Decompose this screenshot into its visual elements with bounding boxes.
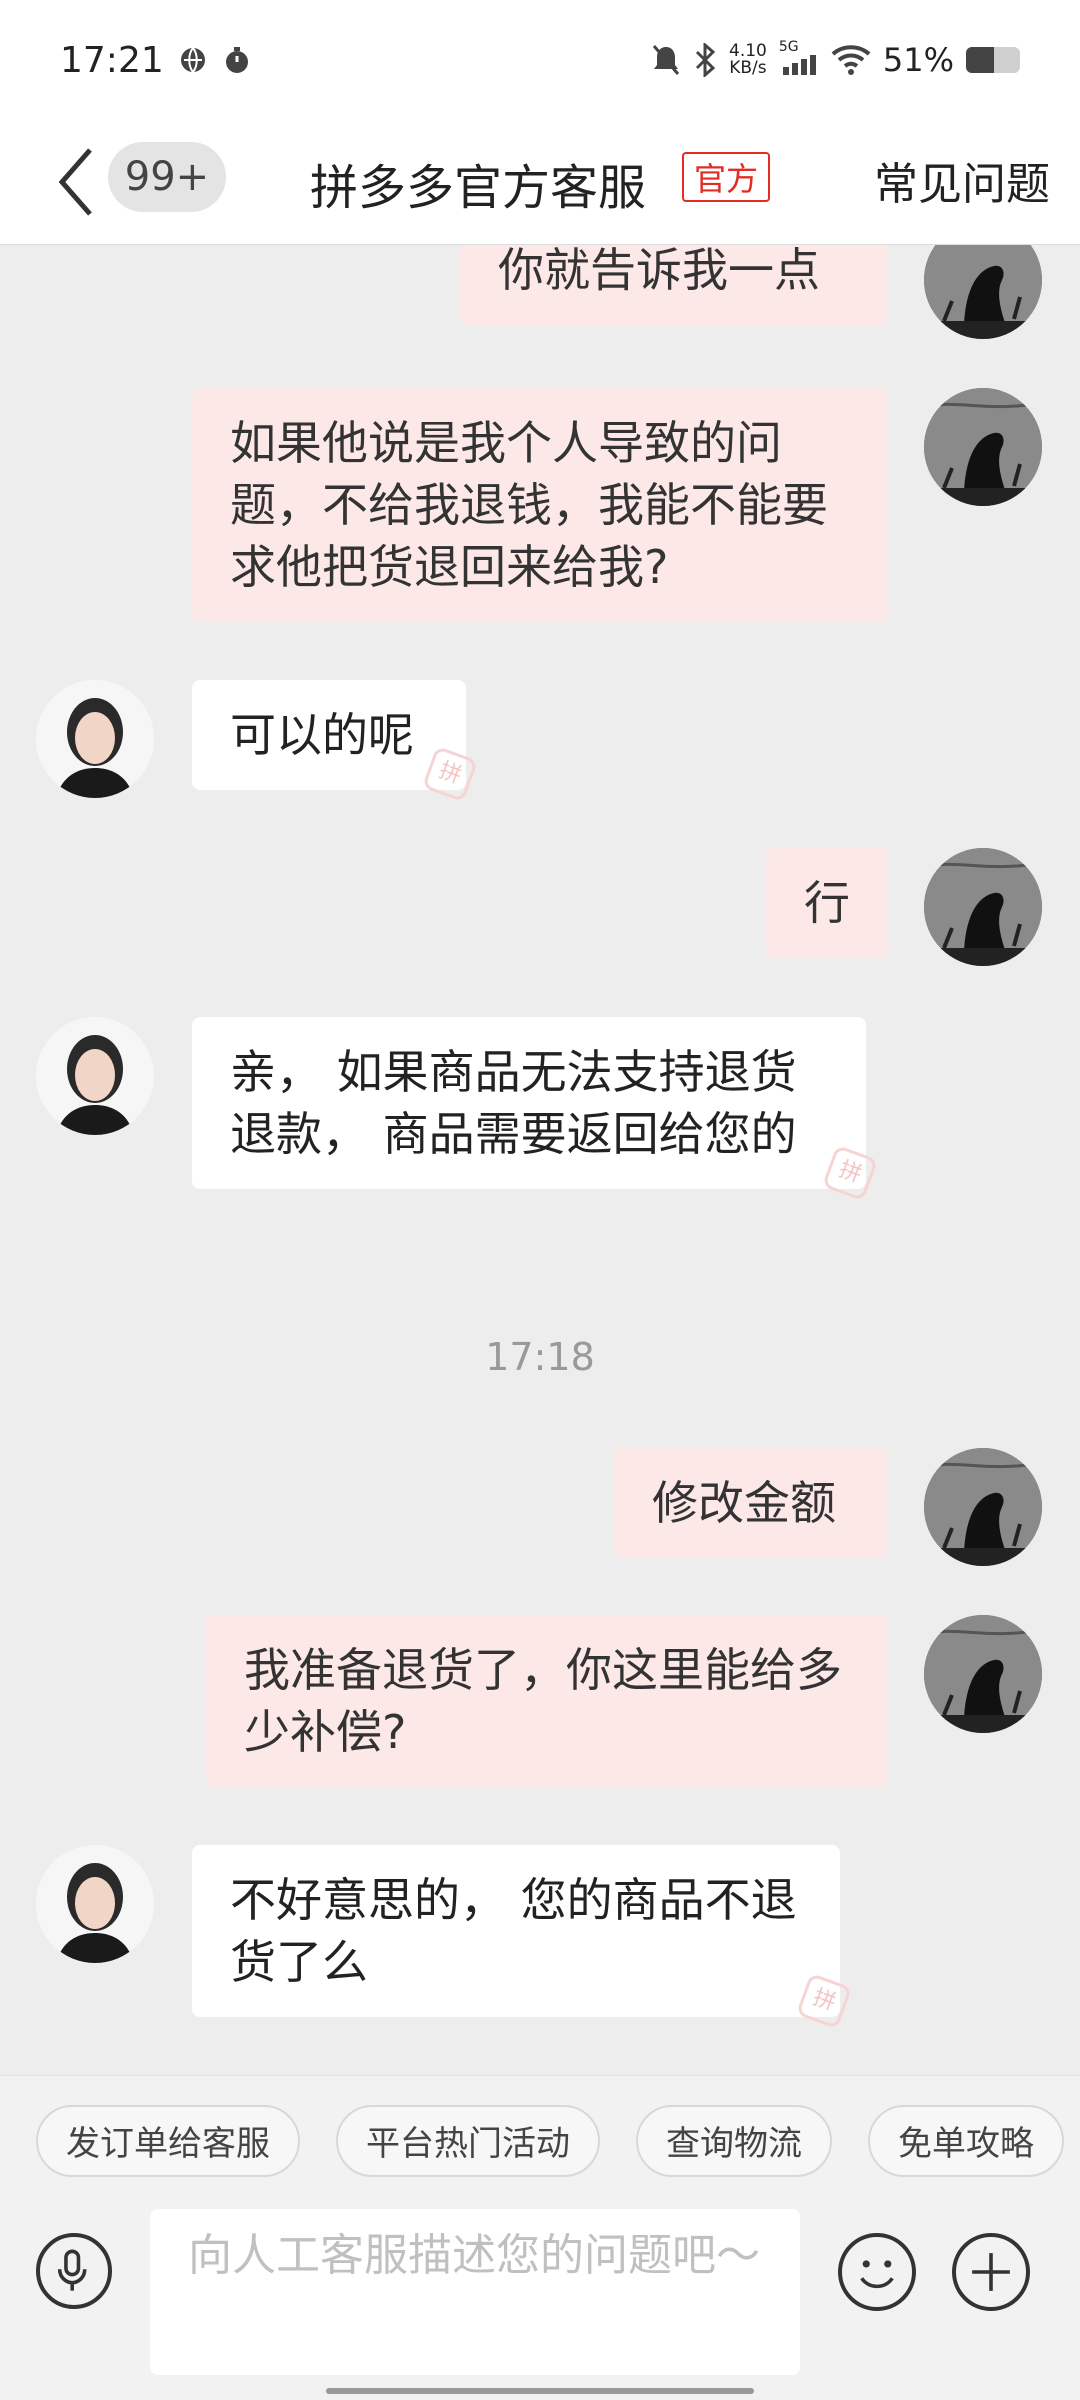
chat-list[interactable]: 你就告诉我一点 如果他说是我个人导致的问题，不给我退钱，我能不能要求他把货退回来…	[0, 245, 1080, 2075]
quick-reply-hot-events[interactable]: 平台热门活动	[336, 2104, 600, 2177]
quick-reply-free-order-guide[interactable]: 免单攻略	[868, 2104, 1064, 2177]
nav-bar: 99+ 拼多多官方客服 官方 常见问题	[0, 120, 1080, 245]
home-indicator[interactable]	[326, 2388, 754, 2394]
page-title: 拼多多官方客服	[310, 160, 647, 216]
watermark-text: 拼	[835, 1157, 865, 1189]
user-avatar[interactable]	[924, 245, 1042, 339]
message-bubble-user[interactable]: 我准备退货了，你这里能给多少补偿?	[206, 1615, 888, 1787]
crow-avatar-icon	[924, 388, 1042, 506]
message-bubble-user[interactable]: 如果他说是我个人导致的问题，不给我退钱，我能不能要求他把货退回来给我?	[192, 388, 888, 622]
net-speed-unit: KB/s	[729, 58, 767, 78]
status-time: 17:21	[60, 39, 164, 81]
message-text: 修改金额	[652, 1476, 836, 1530]
add-icon[interactable]	[952, 2233, 1030, 2311]
user-avatar[interactable]	[924, 1615, 1042, 1733]
message-text: 行	[804, 876, 850, 930]
vpn-globe-icon	[180, 47, 205, 73]
unread-badge[interactable]: 99+	[108, 142, 226, 212]
quick-reply-track-logistics[interactable]: 查询物流	[636, 2104, 832, 2177]
crow-avatar-icon	[924, 848, 1042, 966]
signal-indicator: 5G	[779, 39, 819, 77]
quick-reply-bar: 发订单给客服 平台热门活动 查询物流 免单攻略	[0, 2075, 1080, 2205]
message-text: 你就告诉我一点	[498, 245, 820, 297]
back-arrow-icon[interactable]	[50, 142, 110, 222]
net-speed: 4.10 KB/s	[729, 43, 767, 77]
agent-portrait-icon	[36, 1017, 154, 1135]
mute-bell-icon	[652, 45, 680, 75]
message-bubble-agent[interactable]: 可以的呢 拼	[192, 680, 479, 803]
pinduoduo-watermark-icon: 拼	[795, 1972, 853, 2030]
battery-percent: 51%	[882, 41, 954, 79]
bluetooth-icon	[695, 43, 716, 77]
official-tag: 官方	[682, 152, 771, 202]
agent-avatar[interactable]	[36, 1017, 154, 1135]
message-bubble-agent[interactable]: 不好意思的， 您的商品不退货了么 拼	[192, 1845, 853, 2030]
faq-button[interactable]: 常见问题	[874, 148, 1050, 212]
message-input-placeholder: 向人工客服描述您的问题吧～	[188, 2230, 760, 2281]
signal-icon	[782, 55, 816, 75]
message-text: 我准备退货了，你这里能给多少补偿?	[244, 1643, 842, 1759]
crow-avatar-icon	[924, 1448, 1042, 1566]
user-avatar[interactable]	[924, 388, 1042, 506]
agent-portrait-icon	[36, 680, 154, 798]
message-timestamp: 17:18	[485, 1335, 595, 1379]
message-bubble-user[interactable]: 修改金额	[614, 1448, 888, 1558]
wifi-icon	[831, 45, 871, 75]
crow-avatar-icon	[924, 245, 1042, 339]
microphone-icon[interactable]	[36, 2233, 112, 2309]
message-text: 如果他说是我个人导致的问题，不给我退钱，我能不能要求他把货退回来给我?	[230, 416, 828, 594]
message-bubble-agent[interactable]: 亲， 如果商品无法支持退货退款， 商品需要返回给您的 拼	[192, 1017, 879, 1202]
user-avatar[interactable]	[924, 848, 1042, 966]
user-avatar[interactable]	[924, 1448, 1042, 1566]
timer-icon	[225, 47, 248, 73]
message-text: 亲， 如果商品无法支持退货退款， 商品需要返回给您的	[230, 1045, 797, 1161]
status-bar: 17:21 4.10 KB/s 5G 51%	[0, 0, 1080, 120]
quick-reply-send-order[interactable]: 发订单给客服	[36, 2104, 300, 2177]
message-input[interactable]: 向人工客服描述您的问题吧～	[150, 2209, 800, 2375]
watermark-text: 拼	[809, 1985, 839, 2017]
message-bubble-user[interactable]: 行	[766, 848, 888, 958]
watermark-text: 拼	[435, 758, 465, 790]
pinduoduo-watermark-icon: 拼	[821, 1144, 879, 1202]
message-text: 可以的呢	[230, 708, 414, 762]
agent-avatar[interactable]	[36, 680, 154, 798]
pinduoduo-watermark-icon: 拼	[421, 745, 479, 803]
agent-avatar[interactable]	[36, 1845, 154, 1963]
crow-avatar-icon	[924, 1615, 1042, 1733]
emoji-icon[interactable]	[838, 2233, 916, 2311]
message-bubble-user[interactable]: 你就告诉我一点	[460, 245, 888, 325]
message-text: 不好意思的， 您的商品不退货了么	[230, 1873, 797, 1989]
input-bar: 向人工客服描述您的问题吧～	[0, 2205, 1080, 2400]
battery-icon	[966, 47, 1020, 73]
agent-portrait-icon	[36, 1845, 154, 1963]
